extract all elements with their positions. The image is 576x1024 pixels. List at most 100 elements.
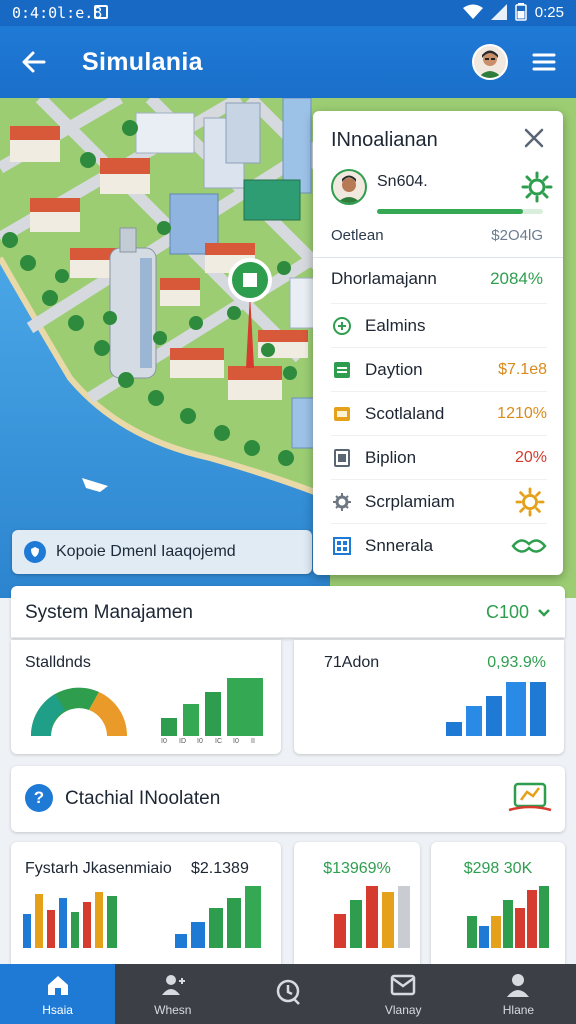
nav-profile[interactable]: Hlane [461, 964, 576, 1024]
panel-row[interactable]: Ealmins [331, 303, 547, 347]
stats-card-value: $298 30K [463, 860, 533, 877]
notice-text: Ctachial INoolaten [65, 788, 221, 809]
panel-row[interactable]: Snnerala [331, 523, 547, 567]
status-bar: 0:4:0l:e.8 0:25 [0, 0, 576, 26]
stats-bar-chart [446, 682, 546, 736]
growth-icon [508, 782, 552, 812]
signal-icon [490, 4, 507, 20]
stats-card-label: Fystarh Jkasenmiaio [25, 860, 172, 877]
stats-card-label: 71Adon [324, 654, 380, 671]
wifi-icon [462, 4, 483, 19]
panel-row-value: 20% [514, 448, 547, 466]
status-icons: 0:25 [462, 3, 564, 21]
panel-row-value: 1210% [497, 404, 547, 422]
nav-label: Whesn [154, 1003, 192, 1017]
user-summary: Sn604. [331, 169, 553, 221]
stats-card[interactable]: Fystarh Jkasenmiaio $2.1389 [11, 842, 281, 970]
summary-value: $2O4lG [491, 227, 543, 244]
panel-row[interactable]: Scrplamiam [331, 479, 547, 523]
inbox-icon [390, 974, 416, 996]
highlight-label: Dhorlamajann [331, 269, 437, 288]
notification-icon [94, 5, 108, 19]
stats-bar-chart [467, 886, 549, 948]
stats-card-value: 0,93.9% [487, 654, 546, 671]
map-chip-label: Kopoie Dmenl Iaaqojemd [56, 543, 236, 560]
panel-row-label: Biplion [365, 447, 417, 467]
close-icon[interactable] [521, 125, 547, 151]
nav-label: Hsaia [42, 1003, 73, 1017]
panel-row-label: Daytion [365, 359, 423, 379]
bar-label: I0 [233, 738, 239, 744]
panel-rows: Ealmins Daytion $7.1e8 Scotlaland 1210% … [331, 303, 547, 567]
stats-bar-chart: I0 ID I0 IC I0 II [161, 678, 263, 744]
info-panel: INnoalianan Sn604. Oetlean $2O4lG Dhorla… [313, 111, 563, 575]
chevron-down-icon [538, 608, 550, 617]
gauge-chart [30, 687, 128, 736]
nav-inbox[interactable]: Vlanay [346, 964, 461, 1024]
panel-row-label: Scotlaland [365, 403, 445, 423]
panel-row[interactable]: Biplion 20% [331, 435, 547, 479]
stats-card[interactable]: 71Adon 0,93.9% [294, 640, 564, 754]
summary-label: Oetlean [331, 227, 384, 244]
nav-search[interactable] [230, 964, 345, 1024]
panel-row[interactable]: Daytion $7.1e8 [331, 347, 547, 391]
battery-icon [515, 3, 527, 21]
bar-label: II [251, 738, 255, 744]
stats-card-value: $13969% [323, 860, 391, 877]
stats-card-label: Stalldnds [25, 654, 91, 671]
nav-label: Vlanay [384, 1003, 422, 1017]
stats-card-value: $2.1389 [191, 860, 249, 877]
gear-icon [331, 491, 353, 513]
profile-icon [507, 974, 530, 997]
panel-title: INnoalianan [331, 129, 438, 151]
panel-summary: Oetlean $2O4lG [331, 227, 543, 244]
search-icon [276, 979, 300, 1005]
bar-label: ID [179, 738, 186, 744]
panel-row-label: Ealmins [365, 315, 426, 335]
stats-bar-chart [175, 886, 261, 948]
panel-row[interactable]: Scotlaland 1210% [331, 391, 547, 435]
bar-label: I0 [197, 738, 203, 744]
app-title: Simulania [82, 48, 203, 76]
status-time-left: 0:4:0l:e.8 [12, 4, 103, 22]
map-location-chip[interactable]: Kopoie Dmenl Iaaqojemd [12, 530, 312, 574]
nav-users[interactable]: Whesn [115, 964, 230, 1024]
bottom-navigation: Hsaia Whesn Vlanay Hlane [0, 964, 576, 1024]
grid-icon [331, 535, 353, 557]
notice-card[interactable]: ? Ctachial INoolaten [11, 766, 565, 832]
app-bar: Simulania [0, 26, 576, 98]
shield-icon [24, 541, 46, 563]
system-management-header[interactable]: System Manajamen C100 [11, 586, 565, 638]
avatar[interactable] [472, 44, 508, 80]
user-name: Sn604. [377, 173, 428, 190]
back-arrow-icon[interactable] [18, 46, 50, 78]
user-progress-bar [377, 209, 543, 214]
help-icon: ? [25, 784, 53, 812]
system-value[interactable]: C100 [486, 602, 551, 623]
user-plus-icon [161, 975, 185, 995]
home-icon [47, 976, 68, 995]
system-value-text: C100 [485, 602, 529, 622]
handshake-icon [511, 539, 547, 553]
stats-card[interactable]: $13969% [294, 842, 420, 970]
card-icon [331, 403, 353, 425]
stats-bar-chart [334, 886, 410, 948]
bar-label: I0 [161, 738, 167, 744]
sun-icon [515, 487, 545, 517]
bar-label: IC [215, 738, 222, 744]
plus-circle-icon [331, 315, 353, 337]
doc-icon [331, 447, 353, 469]
highlight-value: 2084% [490, 269, 543, 288]
stats-card[interactable]: $298 30K [431, 842, 565, 970]
nav-label: Hlane [502, 1003, 535, 1017]
panel-highlight-row[interactable]: Dhorlamajann 2084% [331, 269, 543, 289]
menu-icon[interactable] [530, 48, 558, 76]
sun-icon [521, 171, 553, 203]
stats-bar-chart [23, 892, 117, 948]
stats-card[interactable]: Stalldnds I0 ID I0 IC I0 II [11, 640, 281, 754]
nav-home[interactable]: Hsaia [0, 964, 116, 1024]
list-icon [331, 359, 353, 381]
status-time-right: 0:25 [534, 3, 564, 21]
user-avatar [331, 169, 367, 205]
system-title: System Manajamen [25, 602, 193, 623]
